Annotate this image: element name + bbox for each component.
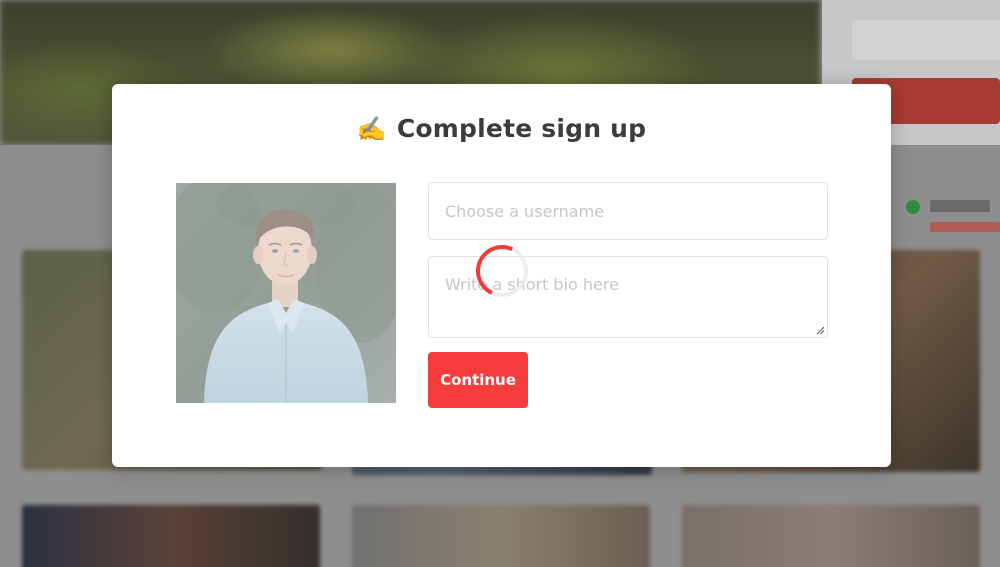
writing-hand-icon: ✍️ xyxy=(356,115,387,143)
modal-title-text: Complete sign up xyxy=(396,114,647,143)
background-status-dot xyxy=(906,200,920,214)
background-card-image xyxy=(682,505,980,567)
background-sidebar-input xyxy=(852,20,1000,60)
background-card-image xyxy=(22,505,320,567)
continue-button[interactable]: Continue xyxy=(428,352,528,408)
background-status-text xyxy=(930,222,1000,232)
modal-title: ✍️ Complete sign up xyxy=(112,114,891,143)
app-window: ✍️ Complete sign up Choose a username Wr… xyxy=(0,0,1000,567)
username-input[interactable] xyxy=(428,182,828,240)
background-card-image xyxy=(352,505,650,567)
photo-dim-overlay xyxy=(176,183,396,403)
resize-handle-icon[interactable] xyxy=(815,325,825,335)
profile-photo xyxy=(176,183,396,403)
background-status-text xyxy=(930,200,990,212)
